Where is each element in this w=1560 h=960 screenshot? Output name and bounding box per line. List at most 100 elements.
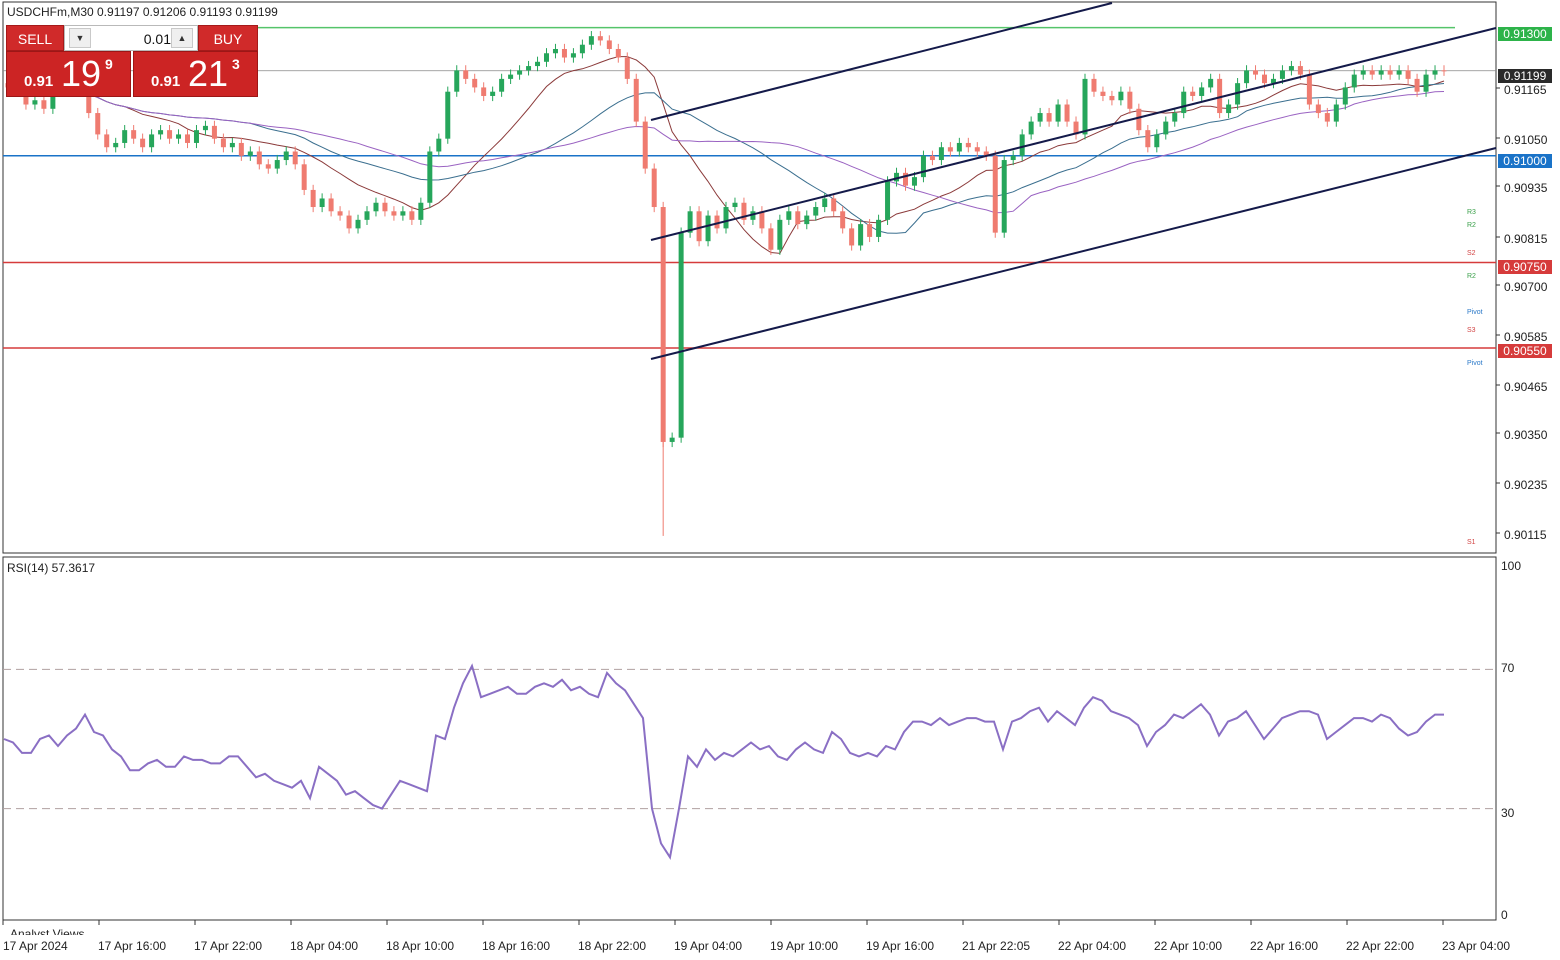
bull-candle — [229, 142, 235, 148]
rsi-line — [3, 663, 1444, 860]
pivot-label: S3 — [1467, 327, 1476, 334]
bull-candle — [526, 66, 532, 71]
bull-candle — [445, 91, 451, 139]
bear-candle — [606, 40, 612, 49]
time-axis-label: 17 Apr 16:00 — [98, 939, 167, 953]
rsi-axis-label: 0 — [1501, 908, 1508, 922]
bull-candle — [158, 130, 164, 135]
bull-candle — [1396, 70, 1402, 75]
bear-candle — [310, 189, 316, 208]
bull-candle — [202, 125, 208, 131]
bear-candle — [472, 78, 478, 88]
bear-candle — [1190, 91, 1196, 96]
bull-candle — [436, 138, 442, 152]
price-axis-label: 0.90465 — [1504, 380, 1548, 394]
bull-candle — [122, 130, 128, 143]
bull-candle — [678, 232, 684, 438]
bear-candle — [615, 48, 621, 58]
bear-candle — [104, 134, 110, 148]
pivot-label: S1 — [1467, 539, 1476, 546]
bull-candle — [1172, 113, 1178, 122]
one-click-trading-panel: SELL ▼ ▲ BUY 0.91 19 9 0.91 21 3 — [6, 25, 258, 97]
price-axis-label: 0.90235 — [1504, 478, 1548, 492]
bull-candle — [956, 142, 962, 152]
bull-candle — [732, 202, 738, 208]
bear-candle — [1297, 66, 1303, 75]
bear-candle — [1306, 74, 1312, 105]
bull-candle — [1001, 160, 1007, 233]
bull-candle — [517, 70, 523, 75]
bull-candle — [499, 78, 505, 92]
bull-candle — [283, 151, 289, 161]
time-axis-label: 18 Apr 04:00 — [290, 939, 359, 953]
bear-candle — [929, 155, 935, 161]
price-tag-support: 0.90750 — [1498, 260, 1552, 274]
bear-candle — [481, 87, 487, 96]
bear-candle — [1324, 113, 1330, 122]
time-axis-label: 19 Apr 16:00 — [866, 939, 935, 953]
bull-candle — [1055, 104, 1061, 122]
bull-candle — [1010, 155, 1016, 161]
time-axis-label: 19 Apr 10:00 — [770, 939, 839, 953]
bear-candle — [1315, 104, 1321, 114]
bull-candle — [193, 130, 199, 143]
ask-quote[interactable]: 0.91 21 3 — [133, 51, 258, 97]
bear-candle — [840, 211, 846, 229]
lot-increase-icon[interactable]: ▲ — [171, 28, 193, 48]
lot-size-box: ▼ ▲ — [64, 25, 198, 51]
bull-candle — [1279, 70, 1285, 79]
bear-candle — [992, 155, 998, 233]
time-axis-label: 19 Apr 04:00 — [674, 939, 743, 953]
bull-candle — [1118, 91, 1124, 101]
bull-candle — [876, 219, 882, 237]
bull-candle — [1360, 70, 1366, 75]
bull-candle — [1432, 70, 1438, 75]
buy-button[interactable]: BUY — [198, 25, 258, 51]
ask-pip-digit: 3 — [232, 56, 240, 72]
chart-canvas[interactable] — [0, 0, 1560, 960]
bear-candle — [1387, 70, 1393, 75]
bear-candle — [1262, 74, 1267, 84]
sell-button[interactable]: SELL — [6, 25, 64, 51]
bull-candle — [1019, 134, 1025, 156]
bull-candle — [1333, 104, 1339, 122]
price-tag-current: 0.91199 — [1498, 69, 1552, 83]
bear-candle — [831, 198, 837, 212]
bear-candle — [238, 142, 244, 156]
rsi-axis-label: 30 — [1501, 806, 1515, 820]
bear-candle — [1064, 104, 1070, 122]
bull-candle — [858, 224, 864, 246]
price-tag-resistance: 0.91300 — [1498, 27, 1552, 41]
bull-candle — [938, 147, 944, 161]
bull-candle — [1226, 104, 1232, 114]
bear-candle — [965, 142, 971, 148]
bull-candle — [1154, 134, 1160, 148]
rsi-label: RSI(14) 57.3617 — [7, 561, 96, 575]
time-axis-label: 18 Apr 16:00 — [482, 939, 551, 953]
pivot-label: R2 — [1467, 273, 1476, 280]
price-axis-label: 0.90700 — [1504, 280, 1548, 294]
bear-candle — [849, 228, 855, 246]
pivot-label: R3 — [1467, 209, 1476, 216]
bull-candle — [813, 207, 819, 216]
bull-candle — [920, 155, 926, 178]
bear-candle — [1405, 70, 1411, 79]
bear-candle — [1369, 70, 1375, 75]
bear-candle — [140, 138, 146, 148]
lot-size-input[interactable] — [95, 29, 173, 49]
bear-candle — [337, 211, 343, 216]
time-axis-label: 22 Apr 10:00 — [1154, 939, 1223, 953]
bull-candle — [1342, 87, 1348, 105]
bull-candle — [669, 437, 675, 442]
bull-candle — [364, 211, 370, 220]
bull-candle — [1028, 121, 1034, 135]
bid-quote[interactable]: 0.91 19 9 — [6, 51, 131, 97]
bear-candle — [696, 211, 702, 242]
bear-candle — [1046, 113, 1052, 122]
bull-candle — [570, 53, 576, 58]
lot-decrease-icon[interactable]: ▼ — [69, 28, 91, 48]
bull-candle — [274, 160, 280, 169]
bull-candle — [1423, 74, 1429, 92]
bull-candle — [822, 198, 828, 208]
bull-candle — [373, 202, 379, 212]
